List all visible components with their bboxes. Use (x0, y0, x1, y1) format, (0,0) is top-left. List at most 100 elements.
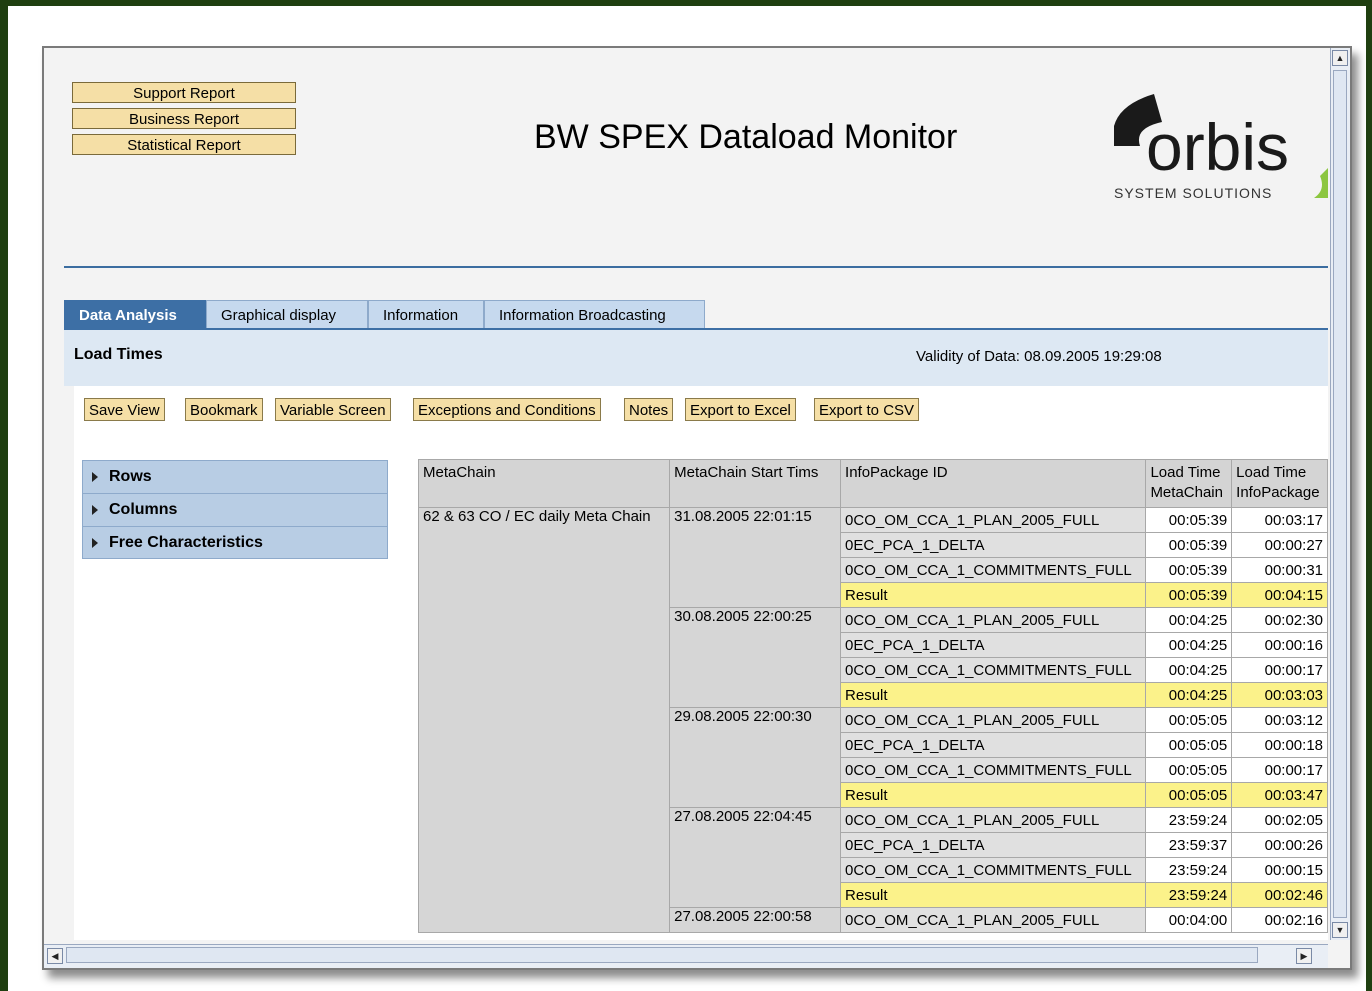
cell-infopackage[interactable]: 0EC_PCA_1_DELTA (840, 832, 1147, 858)
col-header-metachain[interactable]: MetaChain (417, 459, 671, 508)
cell-infopackage[interactable]: 0EC_PCA_1_DELTA (840, 632, 1147, 658)
cell-load-time-metachain[interactable]: 00:05:05 (1145, 732, 1233, 758)
cell-infopackage[interactable]: 0CO_OM_CCA_1_PLAN_2005_FULL (840, 507, 1147, 533)
cell-infopackage[interactable]: 0CO_OM_CCA_1_PLAN_2005_FULL (840, 607, 1147, 633)
cell-load-time-metachain[interactable]: 23:59:24 (1145, 882, 1233, 908)
business-report-button[interactable]: Business Report (72, 108, 296, 129)
cell-load-time-infopackage[interactable]: 00:00:16 (1231, 632, 1328, 658)
screenshot-frame: Support Report Business Report Statistic… (8, 6, 1366, 991)
cell-start-time[interactable]: 29.08.2005 22:00:30 (669, 707, 842, 808)
cell-load-time-infopackage[interactable]: 00:04:15 (1231, 582, 1328, 608)
cell-load-time-infopackage[interactable]: 00:02:30 (1231, 607, 1328, 633)
nav-rows[interactable]: Rows (82, 460, 388, 493)
cell-load-time-infopackage[interactable]: 00:00:26 (1231, 832, 1328, 858)
cell-load-time-metachain[interactable]: 00:04:25 (1145, 632, 1233, 658)
bookmark-button[interactable]: Bookmark (185, 398, 263, 421)
cell-start-time[interactable]: 31.08.2005 22:01:15 (669, 507, 842, 608)
nav-columns-label: Columns (109, 501, 178, 518)
scroll-up-icon[interactable]: ▲ (1332, 50, 1348, 66)
scroll-down-icon[interactable]: ▼ (1332, 922, 1348, 938)
cell-load-time-infopackage[interactable]: 00:00:27 (1231, 532, 1328, 558)
cell-load-time-metachain[interactable]: 23:59:24 (1145, 807, 1233, 833)
horizontal-scrollbar[interactable]: ◀ ▶ (44, 944, 1328, 968)
validity-of-data: Validity of Data: 08.09.2005 19:29:08 (916, 348, 1162, 365)
cell-load-time-infopackage[interactable]: 00:02:16 (1231, 907, 1328, 933)
save-view-button[interactable]: Save View (84, 398, 165, 421)
cell-load-time-infopackage[interactable]: 00:03:03 (1231, 682, 1328, 708)
cell-load-time-infopackage[interactable]: 00:00:17 (1231, 757, 1328, 783)
col-header-load-time-metachain[interactable]: Load Time MetaChain (1145, 459, 1233, 508)
cell-load-time-infopackage[interactable]: 00:03:12 (1231, 707, 1328, 733)
vertical-scrollbar[interactable]: ▲ ▼ (1330, 48, 1350, 940)
cell-load-time-infopackage[interactable]: 00:03:17 (1231, 507, 1328, 533)
cell-load-time-infopackage[interactable]: 00:03:47 (1231, 782, 1328, 808)
cell-infopackage[interactable]: 0CO_OM_CCA_1_PLAN_2005_FULL (840, 907, 1147, 933)
tab-graphical-display[interactable]: Graphical display (206, 300, 368, 328)
col-header-load-time-infopackage[interactable]: Load Time InfoPackage (1231, 459, 1328, 508)
tab-information[interactable]: Information (368, 300, 484, 328)
cell-infopackage[interactable]: 0EC_PCA_1_DELTA (840, 532, 1147, 558)
col-header-infopackage[interactable]: InfoPackage ID (840, 459, 1147, 508)
cell-load-time-metachain[interactable]: 00:04:25 (1145, 657, 1233, 683)
expand-arrow-icon (92, 538, 98, 548)
logo-text: orbis (1146, 110, 1289, 184)
cell-load-time-metachain[interactable]: 00:05:39 (1145, 507, 1233, 533)
cell-start-time[interactable]: 30.08.2005 22:00:25 (669, 607, 842, 708)
statistical-report-button[interactable]: Statistical Report (72, 134, 296, 155)
cell-metachain[interactable]: 62 & 63 CO / EC daily Meta Chain (417, 507, 671, 933)
cell-start-time[interactable]: 27.08.2005 22:00:58 (669, 907, 842, 933)
exceptions-conditions-button[interactable]: Exceptions and Conditions (413, 398, 601, 421)
cell-load-time-metachain[interactable]: 00:05:39 (1145, 582, 1233, 608)
cell-load-time-metachain[interactable]: 00:05:39 (1145, 557, 1233, 583)
tab-data-analysis[interactable]: Data Analysis (64, 300, 206, 328)
section-header: Load Times Validity of Data: 08.09.2005 … (64, 330, 1328, 386)
col-header-start-time[interactable]: MetaChain Start Tims (669, 459, 842, 508)
navigation-panel: Rows Columns Free Characteristics (82, 460, 388, 559)
scroll-right-icon[interactable]: ▶ (1296, 948, 1312, 964)
cell-infopackage[interactable]: 0CO_OM_CCA_1_COMMITMENTS_FULL (840, 557, 1147, 583)
notes-button[interactable]: Notes (624, 398, 674, 421)
cell-infopackage[interactable]: 0CO_OM_CCA_1_COMMITMENTS_FULL (840, 757, 1147, 783)
header-divider (64, 266, 1328, 268)
cell-load-time-metachain[interactable]: 23:59:37 (1145, 832, 1233, 858)
cell-infopackage[interactable]: Result (840, 782, 1147, 808)
nav-free-characteristics-label: Free Characteristics (109, 534, 263, 551)
cell-load-time-metachain[interactable]: 00:05:05 (1145, 757, 1233, 783)
scroll-left-icon[interactable]: ◀ (47, 948, 63, 964)
variable-screen-button[interactable]: Variable Screen (275, 398, 391, 421)
nav-columns[interactable]: Columns (82, 493, 388, 526)
cell-start-time[interactable]: 27.08.2005 22:04:45 (669, 807, 842, 908)
export-excel-button[interactable]: Export to Excel (685, 398, 796, 421)
cell-infopackage[interactable]: 0CO_OM_CCA_1_PLAN_2005_FULL (840, 707, 1147, 733)
cell-load-time-infopackage[interactable]: 00:00:31 (1231, 557, 1328, 583)
tab-information-broadcasting[interactable]: Information Broadcasting (484, 300, 705, 328)
cell-load-time-infopackage[interactable]: 00:00:15 (1231, 857, 1328, 883)
logo-subtitle: SYSTEM SOLUTIONS (1114, 185, 1272, 198)
support-report-button[interactable]: Support Report (72, 82, 296, 103)
cell-load-time-metachain[interactable]: 00:05:39 (1145, 532, 1233, 558)
vertical-scroll-thumb[interactable] (1333, 70, 1347, 918)
export-csv-button[interactable]: Export to CSV (814, 398, 920, 421)
cell-load-time-infopackage[interactable]: 00:02:46 (1231, 882, 1328, 908)
expand-arrow-icon (92, 505, 98, 515)
cell-infopackage[interactable]: Result (840, 682, 1147, 708)
cell-infopackage[interactable]: 0EC_PCA_1_DELTA (840, 732, 1147, 758)
cell-infopackage[interactable]: Result (840, 582, 1147, 608)
cell-load-time-infopackage[interactable]: 00:00:17 (1231, 657, 1328, 683)
cell-infopackage[interactable]: 0CO_OM_CCA_1_PLAN_2005_FULL (840, 807, 1147, 833)
cell-infopackage[interactable]: 0CO_OM_CCA_1_COMMITMENTS_FULL (840, 657, 1147, 683)
cell-load-time-metachain[interactable]: 23:59:24 (1145, 857, 1233, 883)
cell-infopackage[interactable]: 0CO_OM_CCA_1_COMMITMENTS_FULL (840, 857, 1147, 883)
cell-load-time-infopackage[interactable]: 00:02:05 (1231, 807, 1328, 833)
cell-load-time-metachain[interactable]: 00:05:05 (1145, 782, 1233, 808)
cell-load-time-metachain[interactable]: 00:04:25 (1145, 682, 1233, 708)
horizontal-scroll-thumb[interactable] (66, 947, 1258, 963)
cell-load-time-metachain[interactable]: 00:05:05 (1145, 707, 1233, 733)
cell-load-time-infopackage[interactable]: 00:00:18 (1231, 732, 1328, 758)
cell-load-time-metachain[interactable]: 00:04:00 (1145, 907, 1233, 933)
cell-infopackage[interactable]: Result (840, 882, 1147, 908)
table-header-row: MetaChain MetaChain Start Tims InfoPacka… (417, 459, 1328, 508)
nav-free-characteristics[interactable]: Free Characteristics (82, 526, 388, 559)
nav-rows-label: Rows (109, 468, 152, 485)
cell-load-time-metachain[interactable]: 00:04:25 (1145, 607, 1233, 633)
